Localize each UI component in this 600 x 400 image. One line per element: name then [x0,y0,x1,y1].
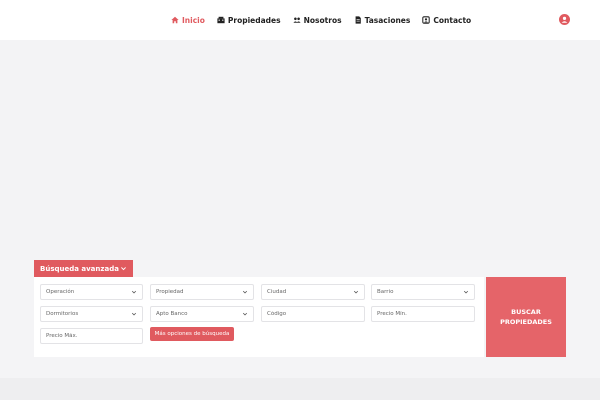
chevron-down-icon [353,289,359,295]
chevron-down-icon [242,289,248,295]
chevron-down-icon [131,311,137,317]
users-icon [293,16,301,24]
chevron-down-icon [131,289,137,295]
nav-item-contacto[interactable]: Contacto [422,16,471,25]
propiedad-select[interactable]: Propiedad [150,284,254,300]
codigo-input[interactable] [267,311,359,317]
building-icon [217,16,225,24]
barrio-value: Barrio [377,289,394,295]
nav-label: Nosotros [303,15,342,25]
contact-icon [422,16,431,24]
nav-item-nosotros[interactable]: Nosotros [293,16,342,25]
barrio-select[interactable]: Barrio [371,284,475,300]
operacion-select[interactable]: Operación [40,284,143,300]
precio-max-input[interactable] [46,333,137,339]
propiedad-value: Propiedad [156,289,184,295]
apto-banco-select[interactable]: Apto Banco [150,306,254,322]
user-circle-icon [560,15,569,24]
top-navbar: Inicio Propiedades Nosotros Tasaciones C… [0,0,600,40]
hero-banner [0,40,600,260]
document-icon [354,16,362,24]
nav-item-propiedades[interactable]: Propiedades [217,16,281,25]
advanced-search-tab[interactable]: Búsqueda avanzada [34,260,133,277]
user-account-button[interactable] [559,14,570,25]
ciudad-select[interactable]: Ciudad [261,284,365,300]
nav-item-tasaciones[interactable]: Tasaciones [354,15,411,25]
nav-item-inicio[interactable]: Inicio [171,16,205,25]
search-properties-button[interactable]: BUSCAR PROPIEDADES [486,277,566,357]
home-icon [171,16,179,24]
codigo-field[interactable] [261,306,365,322]
bottom-section [0,378,600,400]
precio-min-field[interactable] [371,306,475,322]
advanced-search-label: Búsqueda avanzada [40,264,119,273]
dormitorios-select[interactable]: Dormitorios [40,306,143,322]
nav-label: Tasaciones [364,15,411,25]
apto-banco-value: Apto Banco [156,311,188,317]
nav-label: Propiedades [227,15,281,25]
main-nav: Inicio Propiedades Nosotros Tasaciones C… [171,14,483,26]
chevron-down-icon [463,289,469,295]
nav-label: Contacto [433,15,472,25]
chevron-down-icon [120,265,127,272]
ciudad-value: Ciudad [267,289,287,295]
precio-min-input[interactable] [377,311,469,317]
precio-max-field[interactable] [40,328,143,344]
dormitorios-value: Dormitorios [46,311,79,317]
operacion-value: Operación [46,289,75,295]
more-search-options-button[interactable]: Más opciones de búsqueda [150,327,234,341]
nav-label: Inicio [182,15,205,25]
chevron-down-icon [242,311,248,317]
